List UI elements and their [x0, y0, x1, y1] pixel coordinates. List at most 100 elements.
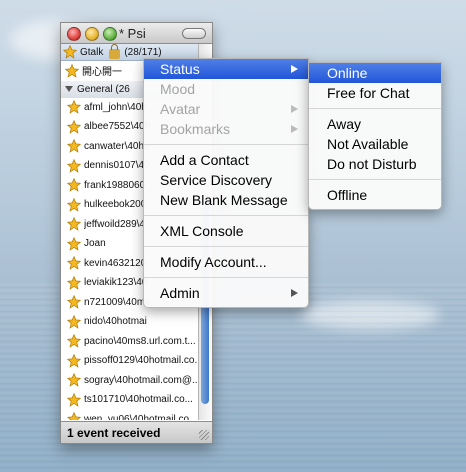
- menu-item-label: Modify Account...: [160, 254, 267, 270]
- contact-name: canwater\40ho: [84, 140, 150, 152]
- menu-item-label: Online: [327, 65, 368, 81]
- contact-name: ts101710\40hotmail.co...: [84, 394, 193, 406]
- menu-item-label: XML Console: [160, 223, 244, 239]
- status-option-online[interactable]: Online: [309, 63, 441, 83]
- group-name: General: [77, 83, 113, 95]
- menu-item-admin[interactable]: Admin: [144, 283, 308, 303]
- contact-name: pissoff0129\40hotmail.co...: [84, 355, 198, 367]
- star-status-icon: [63, 45, 77, 59]
- status-bar: 1 event received: [61, 421, 212, 443]
- menu-item-label: Free for Chat: [327, 85, 410, 101]
- star-status-icon: [65, 63, 79, 78]
- menu-item-service-discovery[interactable]: Service Discovery: [144, 170, 308, 190]
- star-status-icon: [67, 334, 81, 348]
- menu-item-label: Bookmarks: [160, 121, 231, 137]
- star-status-icon: [67, 392, 81, 407]
- contact-name: afml_john\40h: [84, 101, 147, 113]
- menu-separator: [309, 108, 441, 109]
- star-status-icon: [67, 412, 81, 420]
- menu-item-label: Service Discovery: [160, 172, 273, 188]
- contact-row[interactable]: sogray\40hotmail.com@...: [61, 371, 198, 391]
- contact-name: kevin4632120: [84, 257, 147, 269]
- menu-item-add-a-contact[interactable]: Add a Contact: [144, 150, 308, 170]
- context-menu: Status Mood Avatar Bookmarks Add a Contact Se…: [143, 58, 309, 308]
- star-status-icon: [67, 275, 81, 290]
- contact-row[interactable]: pissoff0129\40hotmail.co...: [61, 351, 198, 371]
- star-status-icon: [67, 217, 81, 231]
- contact-row[interactable]: nido\40hotmai: [61, 312, 198, 332]
- submenu-arrow-icon: [291, 289, 298, 297]
- zoom-button[interactable]: [103, 27, 117, 41]
- menu-item-label: Add a Contact: [160, 152, 249, 168]
- menu-item-label: Away: [327, 116, 361, 132]
- account-name: Gtalk: [80, 46, 104, 58]
- submenu-arrow-icon: [291, 125, 298, 133]
- menu-separator: [144, 215, 308, 216]
- status-option-not-available[interactable]: Not Available: [309, 134, 441, 154]
- star-status-icon: [67, 373, 81, 387]
- star-status-icon: [67, 100, 81, 114]
- minimize-button[interactable]: [85, 27, 99, 41]
- contact-name: leviakik123\40: [84, 277, 148, 289]
- menu-item-avatar: Avatar: [144, 99, 308, 119]
- title-bar[interactable]: * Psi: [61, 23, 212, 44]
- menu-item-label: Status: [160, 61, 200, 77]
- window-title: * Psi: [119, 26, 146, 41]
- contact-row[interactable]: pacino\40ms8.url.com.t...: [61, 332, 198, 352]
- menu-item-label: Avatar: [160, 101, 201, 117]
- menu-item-label: Not Available: [327, 136, 409, 152]
- star-status-icon: [67, 178, 81, 192]
- contact-name: Joan: [84, 238, 106, 250]
- contact-name: n721009\40ms: [84, 296, 151, 308]
- menu-item-label: Admin: [160, 285, 200, 301]
- status-option-away[interactable]: Away: [309, 114, 441, 134]
- contact-name: frank1988060: [84, 179, 146, 191]
- submenu-arrow-icon: [291, 105, 298, 113]
- status-option-do-not-disturb[interactable]: Do not Disturb: [309, 154, 441, 174]
- menu-item-label: New Blank Message: [160, 192, 288, 208]
- status-option-free-for-chat[interactable]: Free for Chat: [309, 83, 441, 103]
- contact-name: pacino\40ms8.url.com.t...: [84, 335, 196, 347]
- contact-name: dennis0107\40: [84, 160, 150, 172]
- menu-item-modify-account[interactable]: Modify Account...: [144, 252, 308, 272]
- star-status-icon: [67, 353, 81, 368]
- star-status-icon: [67, 197, 81, 212]
- menu-separator: [144, 277, 308, 278]
- menu-separator: [144, 246, 308, 247]
- contact-row[interactable]: wen_yu06\40hotmail.co...: [61, 410, 198, 420]
- star-status-icon: [67, 256, 81, 270]
- lock-icon: [109, 44, 121, 59]
- menu-item-label: Do not Disturb: [327, 156, 417, 172]
- contact-name: jeffwoild289\4: [84, 218, 145, 230]
- status-bar-text: 1 event received: [67, 425, 161, 440]
- star-status-icon: [67, 314, 81, 329]
- menu-item-label: Offline: [327, 187, 368, 203]
- group-count: (26: [115, 83, 130, 95]
- star-status-icon: [67, 119, 81, 134]
- triangle-down-icon[interactable]: [65, 86, 73, 92]
- menu-item-label: Mood: [160, 81, 196, 97]
- menu-separator: [144, 144, 308, 145]
- status-option-offline[interactable]: Offline: [309, 185, 441, 205]
- menu-item-status[interactable]: Status: [144, 59, 308, 79]
- menu-item-new-blank-message[interactable]: New Blank Message: [144, 190, 308, 210]
- star-status-icon: [67, 295, 81, 309]
- contact-name: sogray\40hotmail.com@...: [84, 374, 198, 386]
- toolbar-toggle-button[interactable]: [182, 28, 206, 39]
- resize-grip-icon[interactable]: [199, 430, 209, 440]
- close-button[interactable]: [67, 27, 81, 41]
- contact-name: wen_yu06\40hotmail.co...: [84, 413, 198, 420]
- menu-item-bookmarks: Bookmarks: [144, 119, 308, 139]
- star-status-icon: [67, 139, 81, 153]
- account-count: (28/171): [124, 46, 162, 58]
- contact-name: nido\40hotmai: [84, 316, 147, 328]
- menu-item-xml-console[interactable]: XML Console: [144, 221, 308, 241]
- contact-name: albee7552\40h: [84, 121, 151, 133]
- contact-name: hulkeebok200: [84, 199, 147, 211]
- star-status-icon: [67, 236, 81, 251]
- self-contact-name: 開心開一: [82, 67, 122, 79]
- menu-item-mood: Mood: [144, 79, 308, 99]
- status-submenu: Online Free for Chat Away Not Available Do n…: [308, 62, 442, 210]
- menu-separator: [309, 179, 441, 180]
- contact-row[interactable]: ts101710\40hotmail.co...: [61, 390, 198, 410]
